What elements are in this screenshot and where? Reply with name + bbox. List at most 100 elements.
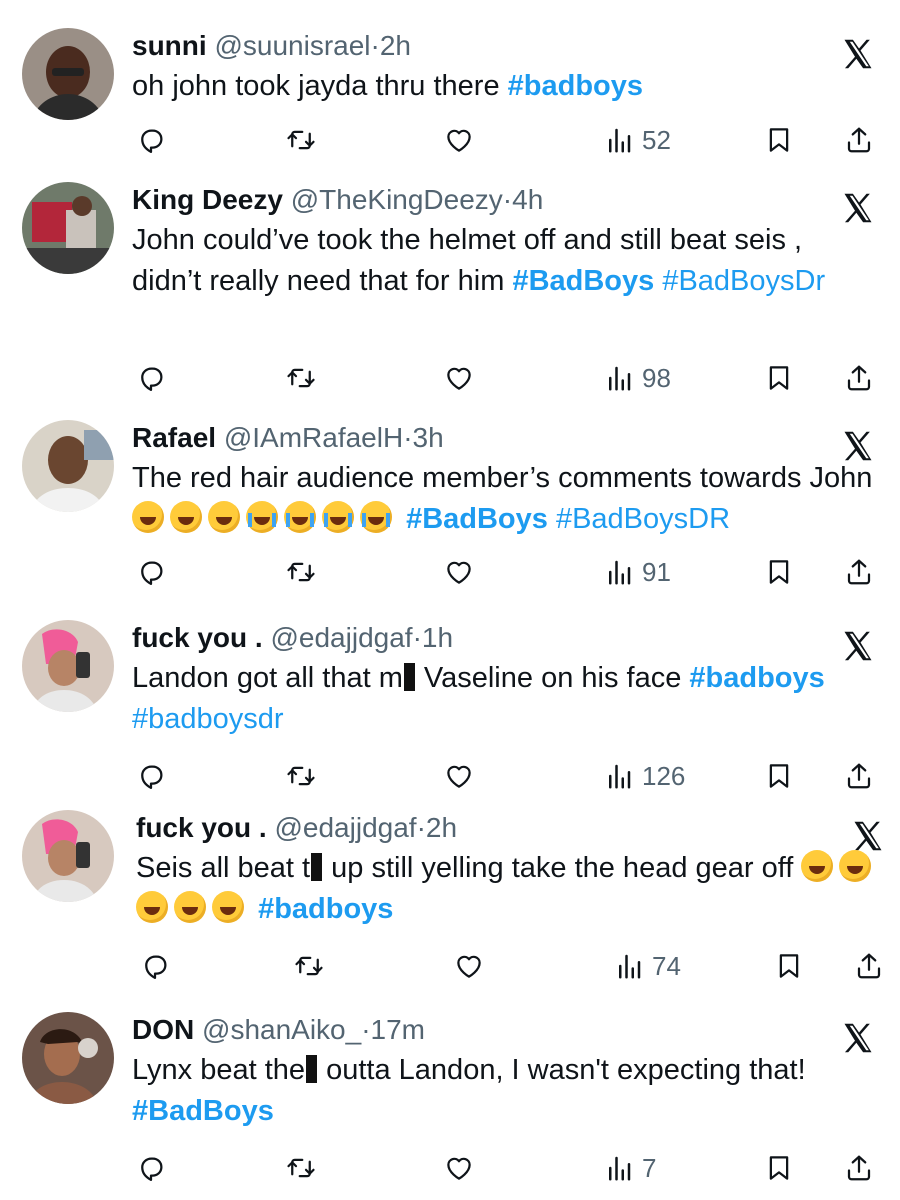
views-icon — [604, 1153, 634, 1183]
views-icon — [604, 363, 634, 393]
display-name[interactable]: fuck you . — [136, 812, 267, 843]
timestamp[interactable]: 4h — [512, 184, 543, 215]
hashtag-link[interactable]: #badboys — [508, 70, 643, 102]
views-button[interactable]: 126 — [604, 756, 685, 796]
laughing-emoji-icon — [170, 501, 202, 533]
retweet-button[interactable] — [286, 756, 316, 796]
bookmark-icon — [764, 557, 794, 587]
display-name[interactable]: Rafael — [132, 422, 216, 453]
bookmark-icon — [774, 951, 804, 981]
reply-icon — [136, 125, 166, 155]
reply-button[interactable] — [136, 120, 166, 160]
like-button[interactable] — [444, 120, 474, 160]
retweet-button[interactable] — [286, 358, 316, 398]
rofl-emoji-icon — [212, 891, 244, 923]
laughing-emoji-icon — [132, 501, 164, 533]
retweet-button[interactable] — [286, 1148, 316, 1188]
avatar[interactable] — [22, 620, 114, 712]
rofl-emoji-icon — [174, 891, 206, 923]
avatar[interactable] — [22, 1012, 114, 1104]
hashtag-link[interactable]: #BadBoysDr — [662, 265, 825, 297]
tweet-actions: 74 — [136, 946, 886, 986]
tweet-text-segment: Landon got all that m — [132, 662, 403, 694]
timestamp[interactable]: 2h — [426, 812, 457, 843]
reply-button[interactable] — [140, 946, 170, 986]
tweet-header: fuck you . @edajjdgaf·1h — [132, 620, 453, 656]
hashtag-link[interactable]: #badboysdr — [132, 703, 284, 735]
like-button[interactable] — [444, 358, 474, 398]
retweet-button[interactable] — [286, 552, 316, 592]
timestamp[interactable]: 2h — [380, 30, 411, 61]
like-button[interactable] — [444, 756, 474, 796]
bookmark-button[interactable] — [764, 1148, 794, 1188]
display-name[interactable]: DON — [132, 1014, 194, 1045]
like-icon — [444, 761, 474, 791]
bookmark-icon — [764, 761, 794, 791]
display-name[interactable]: sunni — [132, 30, 207, 61]
share-button[interactable] — [844, 756, 874, 796]
bookmark-button[interactable] — [764, 358, 794, 398]
reply-icon — [136, 1153, 166, 1183]
avatar[interactable] — [22, 420, 114, 512]
share-button[interactable] — [844, 552, 874, 592]
retweet-icon — [286, 1153, 316, 1183]
reply-button[interactable] — [136, 756, 166, 796]
user-handle[interactable]: @edajjdgaf — [270, 622, 412, 653]
like-icon — [444, 1153, 474, 1183]
timestamp[interactable]: 17m — [371, 1014, 425, 1045]
reply-button[interactable] — [136, 358, 166, 398]
reply-button[interactable] — [136, 552, 166, 592]
bookmark-button[interactable] — [764, 756, 794, 796]
avatar[interactable] — [22, 810, 114, 902]
bookmark-icon — [764, 1153, 794, 1183]
user-handle[interactable]: @shanAiko_ — [202, 1014, 361, 1045]
views-count: 7 — [642, 1152, 657, 1183]
views-button[interactable]: 91 — [604, 552, 671, 592]
user-handle[interactable]: @TheKingDeezy — [291, 184, 503, 215]
hashtag-link[interactable]: #badboys — [258, 893, 393, 925]
share-button[interactable] — [844, 120, 874, 160]
avatar[interactable] — [22, 182, 114, 274]
retweet-icon — [286, 557, 316, 587]
reply-button[interactable] — [136, 1148, 166, 1188]
separator: · — [361, 1014, 371, 1045]
reply-icon — [136, 363, 166, 393]
share-button[interactable] — [844, 358, 874, 398]
tweet-text: The red hair audience member’s comments … — [132, 458, 877, 540]
hashtag-link[interactable]: #BadBoys — [512, 265, 654, 297]
avatar[interactable] — [22, 28, 114, 120]
display-name[interactable]: fuck you . — [132, 622, 263, 653]
like-button[interactable] — [444, 552, 474, 592]
timestamp[interactable]: 3h — [413, 422, 444, 453]
tweet-header: fuck you . @edajjdgaf·2h — [136, 810, 457, 846]
retweet-button[interactable] — [286, 120, 316, 160]
user-handle[interactable]: @IAmRafaelH — [224, 422, 403, 453]
tweet-actions: 52 — [132, 120, 882, 160]
crying-emoji-icon — [322, 501, 354, 533]
views-button[interactable]: 52 — [604, 120, 671, 160]
share-button[interactable] — [854, 946, 884, 986]
tweet-actions: 126 — [132, 756, 882, 796]
user-handle[interactable]: @edajjdgaf — [274, 812, 416, 843]
bookmark-button[interactable] — [774, 946, 804, 986]
like-button[interactable] — [454, 946, 484, 986]
views-button[interactable]: 7 — [604, 1148, 656, 1188]
hashtag-link[interactable]: #BadBoys — [132, 1095, 274, 1127]
user-handle[interactable]: @suunisrael — [214, 30, 370, 61]
tweet-text-segment: outta Landon, I wasn't expecting that! — [318, 1054, 806, 1086]
hashtag-link[interactable]: #BadBoysDR — [556, 503, 730, 535]
bookmark-button[interactable] — [764, 120, 794, 160]
hashtag-link[interactable]: #badboys — [689, 662, 824, 694]
share-button[interactable] — [844, 1148, 874, 1188]
retweet-button[interactable] — [294, 946, 324, 986]
timestamp[interactable]: 1h — [422, 622, 453, 653]
hashtag-link[interactable]: #BadBoys — [406, 503, 548, 535]
retweet-icon — [286, 363, 316, 393]
display-name[interactable]: King Deezy — [132, 184, 283, 215]
like-button[interactable] — [444, 1148, 474, 1188]
views-button[interactable]: 74 — [614, 946, 681, 986]
share-icon — [844, 1153, 874, 1183]
bookmark-button[interactable] — [764, 552, 794, 592]
reply-icon — [136, 761, 166, 791]
views-button[interactable]: 98 — [604, 358, 671, 398]
